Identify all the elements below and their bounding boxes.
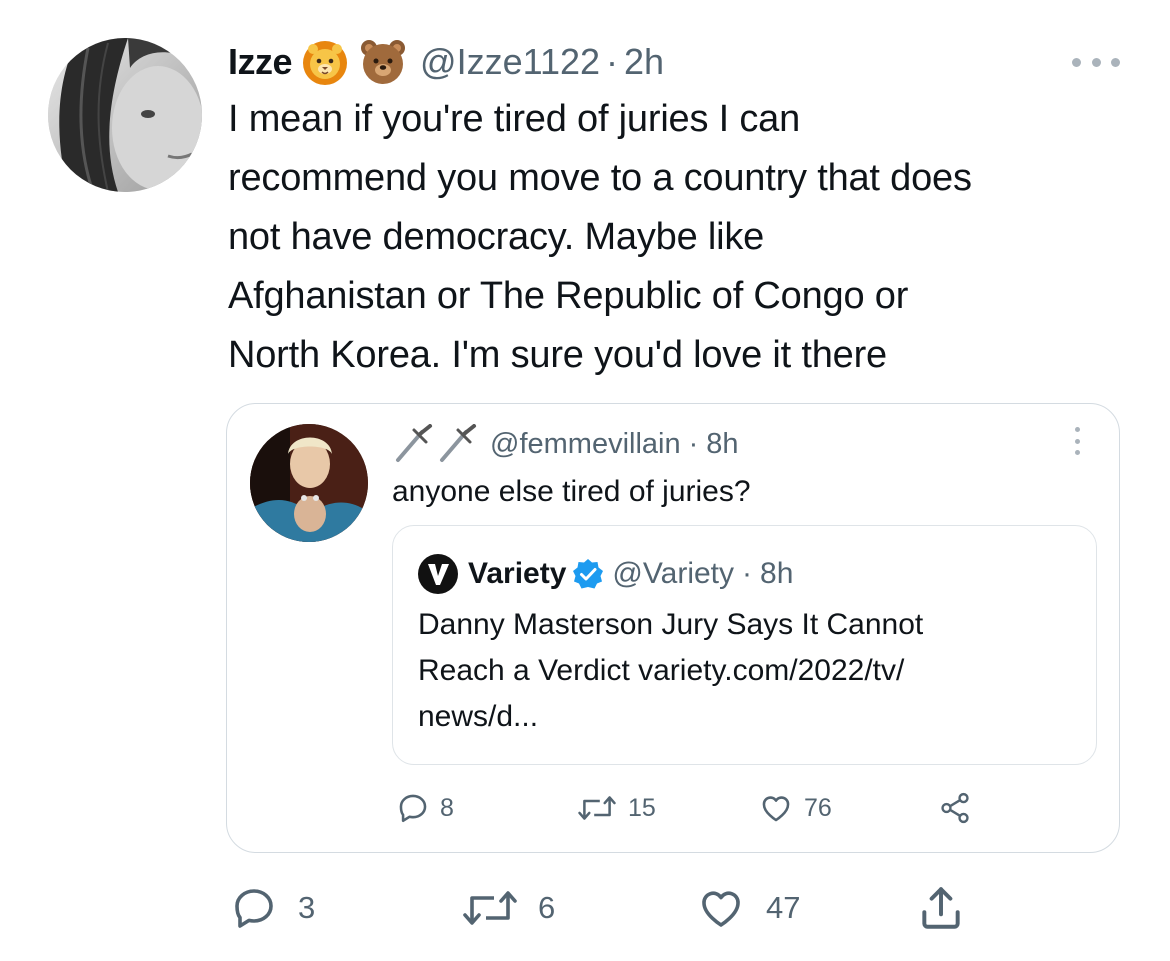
separator-dot: · — [606, 41, 619, 82]
quoted-reply-count: 8 — [440, 793, 454, 822]
retweet-icon — [578, 796, 616, 820]
quoted-tweet-text: anyone else tired of juries? — [392, 475, 751, 508]
share-upload-icon — [922, 887, 960, 929]
retweet-button[interactable]: 6 — [460, 882, 555, 934]
heart-icon — [762, 796, 790, 822]
tweet-timestamp[interactable]: 2h — [624, 41, 664, 83]
quoted-tweet-timestamp[interactable]: 8h — [706, 428, 738, 461]
tweet-header: Izze @Izze1122 · 2h — [228, 36, 664, 88]
nested-tweet-header: Variety @Variety · 8h — [418, 552, 793, 596]
author-avatar[interactable] — [48, 38, 202, 192]
reply-icon — [399, 794, 427, 823]
tweet-text: I mean if you're tired of juries I can r… — [228, 98, 972, 376]
nested-tweet-timestamp[interactable]: 8h — [760, 557, 793, 591]
separator-dot: · — [742, 557, 753, 590]
author-handle[interactable]: @Izze1122 — [420, 41, 600, 83]
lion-face-emoji — [300, 37, 350, 87]
quoted-reply-button[interactable]: 8 — [396, 788, 454, 828]
quoted-retweet-button[interactable]: 15 — [576, 788, 656, 828]
heart-icon — [702, 891, 740, 927]
like-count: 47 — [766, 890, 801, 925]
separator-dot: · — [688, 427, 699, 460]
retweet-icon — [463, 891, 517, 925]
reply-icon — [235, 889, 273, 928]
like-button[interactable]: 47 — [694, 882, 800, 934]
reply-button[interactable]: 3 — [228, 882, 315, 934]
quoted-share-button[interactable] — [938, 788, 982, 828]
more-vertical-icon[interactable] — [1071, 427, 1083, 455]
nested-tweet-text: Danny Masterson Jury Says It Cannot Reac… — [418, 608, 924, 733]
retweet-count: 6 — [538, 890, 556, 925]
bear-face-emoji — [358, 37, 408, 87]
quoted-like-button[interactable]: 76 — [758, 788, 832, 828]
share-network-icon — [941, 792, 969, 824]
quoted-author-handle[interactable]: @femmevillain — [490, 428, 681, 461]
verified-badge-icon — [573, 559, 604, 589]
quoted-tweet-header: @femmevillain · 8h — [392, 421, 739, 467]
quoted-author-avatar[interactable] — [250, 424, 368, 542]
nested-author-name[interactable]: Variety — [468, 557, 566, 591]
author-name[interactable]: Izze — [228, 41, 293, 83]
quoted-like-count: 76 — [804, 793, 832, 822]
dagger-dagger-emoji — [392, 424, 484, 464]
share-button[interactable] — [916, 882, 984, 934]
nested-author-handle[interactable]: @Variety — [612, 557, 734, 591]
quoted-retweet-count: 15 — [628, 793, 656, 822]
more-horizontal-icon[interactable] — [1072, 52, 1120, 72]
reply-count: 3 — [298, 890, 316, 925]
variety-logo-icon — [418, 554, 458, 594]
